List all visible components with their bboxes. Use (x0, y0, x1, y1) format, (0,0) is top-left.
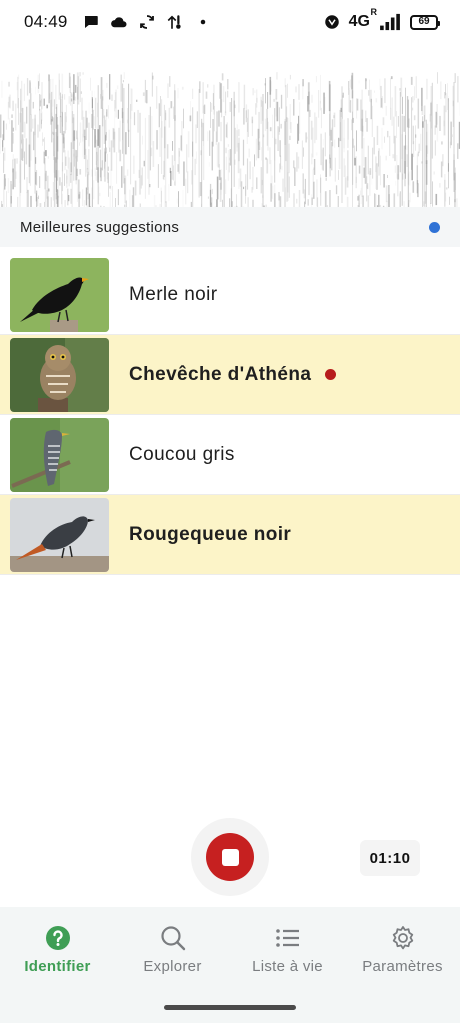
bird-thumbnail-merle-noir (10, 257, 109, 332)
list-item-rougequeue-noir[interactable]: Rougequeue noir (0, 495, 460, 575)
data-arrow-icon (166, 13, 184, 31)
suggestions-title: Meilleures suggestions (20, 218, 180, 236)
notification-dot-icon (194, 13, 212, 31)
bird-thumbnail-coucou-gris (10, 417, 109, 492)
recording-match-dot (325, 369, 337, 380)
nav-parametres[interactable]: Paramètres (345, 907, 460, 992)
list-item-coucou-gris[interactable]: Coucou gris (0, 415, 460, 495)
nav-identifier[interactable]: Identifier (0, 907, 115, 992)
signal-icon (378, 13, 402, 31)
recording-timer: 01:10 (360, 840, 420, 876)
help-circle-icon (44, 924, 72, 952)
suggestions-list: Merle noir Chevêche d'Athéna Coucou gris… (0, 255, 460, 575)
bird-thumbnail-cheveche-dathena (10, 337, 109, 412)
suggestions-header: Meilleures suggestions (0, 207, 460, 247)
bird-name: Chevêche d'Athéna (129, 363, 312, 385)
list-icon (274, 924, 302, 952)
battery-level: 69 (417, 16, 431, 27)
nav-label: Identifier (24, 958, 91, 975)
search-icon (159, 924, 187, 952)
home-indicator[interactable] (164, 1005, 296, 1010)
battery-icon: 69 (410, 14, 440, 30)
status-indicator-dot (429, 221, 440, 233)
bird-name: Rougequeue noir (129, 523, 292, 545)
bird-name: Coucou gris (129, 443, 235, 465)
stop-icon (221, 848, 239, 866)
spectrogram (0, 52, 460, 207)
list-item-merle-noir[interactable]: Merle noir (0, 255, 460, 335)
cloud-icon (110, 13, 128, 31)
nav-label: Paramètres (362, 958, 443, 975)
status-bar: 04:49 4G R 69 (0, 0, 460, 44)
bird-name: Merle noir (129, 283, 218, 305)
stop-button-container (191, 818, 269, 896)
vibrate-icon (323, 13, 341, 31)
bottom-navigation: Identifier Explorer Liste à vie Paramètr… (0, 907, 460, 1023)
gear-icon (389, 924, 417, 952)
nav-liste-a-vie[interactable]: Liste à vie (230, 907, 345, 992)
sync-icon (138, 13, 156, 31)
roaming-indicator: R (370, 7, 378, 17)
nav-label: Liste à vie (252, 958, 323, 975)
nav-label: Explorer (143, 958, 202, 975)
list-item-cheveche-dathena[interactable]: Chevêche d'Athéna (0, 335, 460, 415)
bird-thumbnail-rougequeue-noir (10, 497, 109, 572)
network-type: 4G R (348, 7, 377, 30)
chat-icon (82, 13, 100, 31)
nav-explorer[interactable]: Explorer (115, 907, 230, 992)
stop-recording-button[interactable] (206, 833, 254, 881)
status-time: 04:49 (24, 12, 68, 31)
